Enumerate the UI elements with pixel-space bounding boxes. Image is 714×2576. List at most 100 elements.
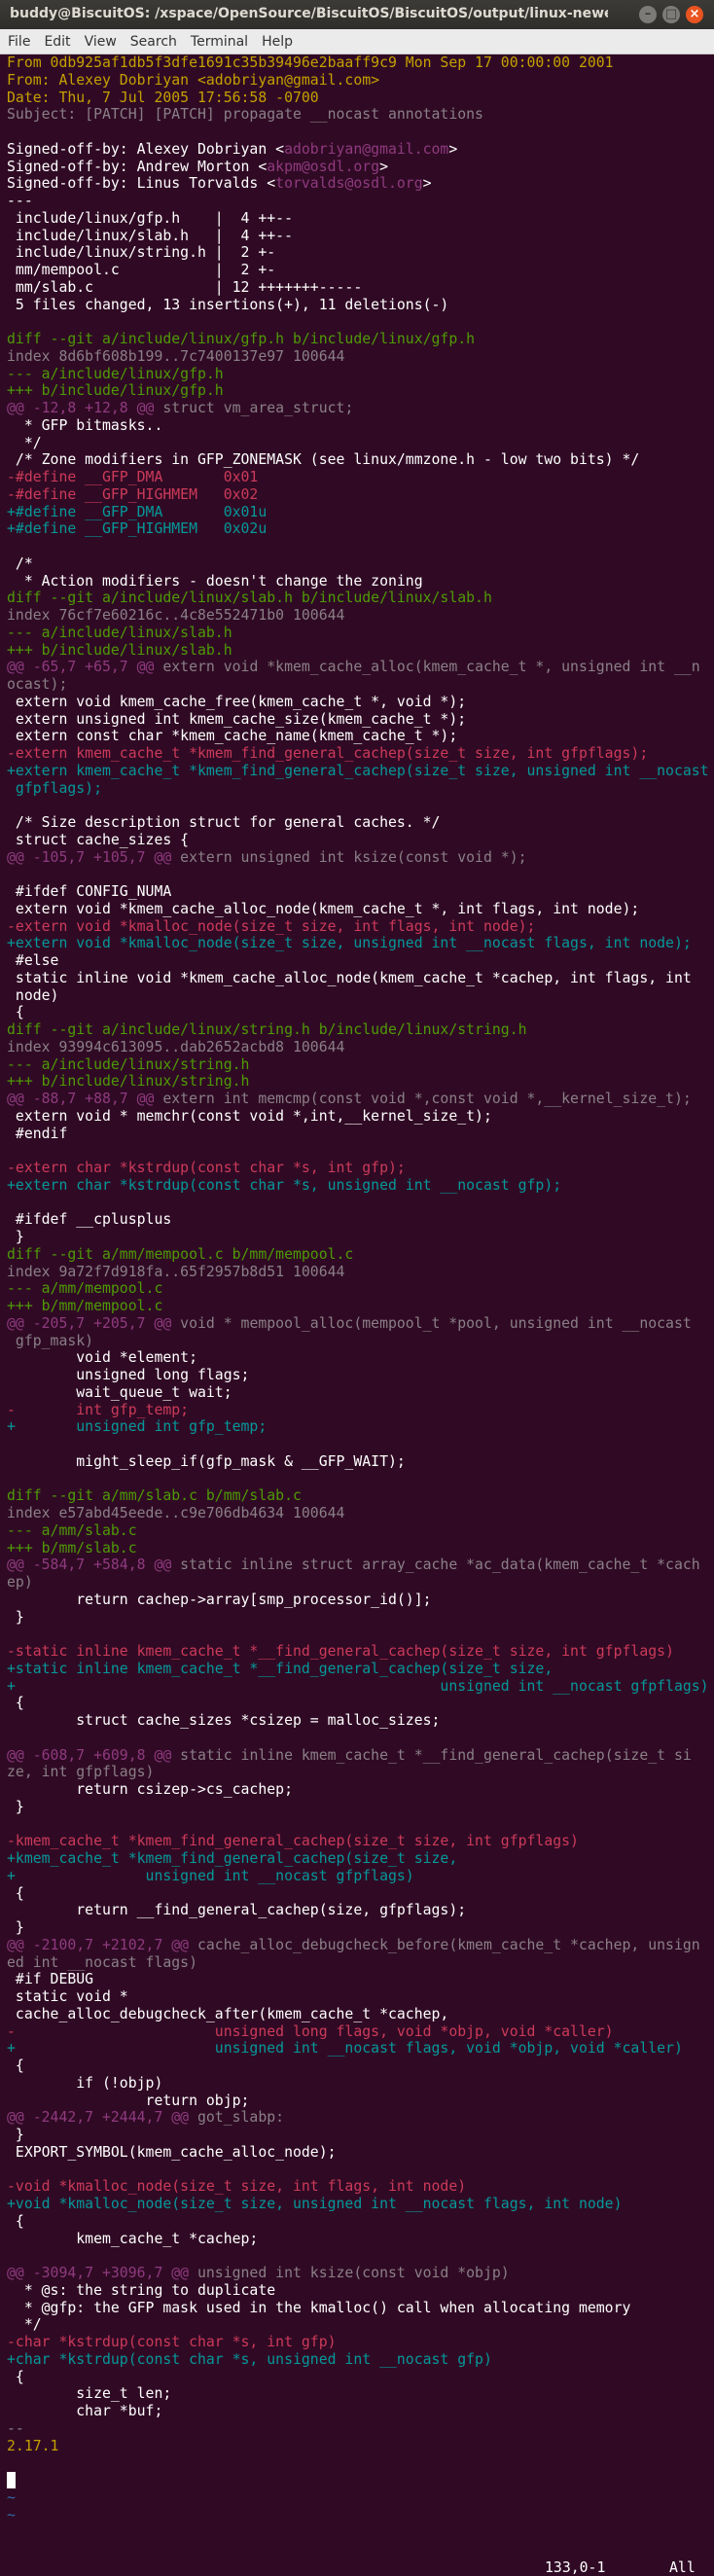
terminal-line: From: Alexey Dobriyan <adobriyan@gmail.c… xyxy=(7,72,712,89)
line-segment: char *buf; xyxy=(7,2403,163,2419)
terminal-line: index e57abd45eede..c9e706db4634 100644 xyxy=(7,1505,712,1522)
terminal-viewport[interactable]: From 0db925af1db5f3dfe1691c35b39496e2baa… xyxy=(0,54,714,2576)
terminal-line: -extern void *kmalloc_node(size_t size, … xyxy=(7,918,712,936)
maximize-button[interactable]: □ xyxy=(662,6,680,23)
terminal-line: unsigned long flags; xyxy=(7,1367,712,1384)
terminal-line: @@ -12,8 +12,8 @@ struct vm_area_struct; xyxy=(7,400,712,417)
line-segment: --- a/include/linux/string.h xyxy=(7,1055,250,1073)
terminal-line: include/linux/gfp.h | 4 ++-- xyxy=(7,210,712,228)
line-segment: +extern char *kstrdup(const char *s, uns… xyxy=(7,1176,562,1194)
line-segment: adobriyan@gmail.com xyxy=(284,140,449,158)
terminal-line: diff --git a/mm/slab.c b/mm/slab.c xyxy=(7,1487,712,1505)
terminal-line: /* xyxy=(7,555,712,573)
line-segment: +kmem_cache_t *kmem_find_general_cachep(… xyxy=(7,1850,458,1867)
line-segment: } xyxy=(7,1608,24,1626)
terminal-line: +++ b/include/linux/gfp.h xyxy=(7,382,712,400)
cursor-position: 133,0-1 xyxy=(545,2559,606,2576)
terminal-line: * GFP bitmasks.. xyxy=(7,417,712,435)
line-segment: cache_alloc_debugcheck_before(kmem_cache… xyxy=(189,1936,700,1953)
terminal-line: --- a/include/linux/string.h xyxy=(7,1056,712,1074)
terminal-line: -#define __GFP_DMA 0x01 xyxy=(7,469,712,486)
menu-terminal[interactable]: Terminal xyxy=(183,34,254,50)
minimize-button[interactable]: – xyxy=(639,6,657,23)
terminal-line: struct cache_sizes { xyxy=(7,832,712,849)
terminal-line: EXPORT_SYMBOL(kmem_cache_alloc_node); xyxy=(7,2144,712,2162)
terminal-line: ed int __nocast flags) xyxy=(7,1954,712,1972)
line-segment: static inline struct array_cache *ac_dat… xyxy=(171,1556,700,1574)
line-segment: extern unsigned int ksize(const void *); xyxy=(171,848,527,866)
line-segment: @@ -3094,7 +3096,7 @@ xyxy=(7,2265,190,2281)
line-segment: return __find_general_cachep(size, gfpfl… xyxy=(7,1902,467,1919)
menu-view[interactable]: View xyxy=(77,34,123,50)
terminal-line: */ xyxy=(7,2316,712,2334)
line-segment: + unsigned int __nocast gfpflags) xyxy=(7,1677,709,1695)
line-segment: @@ -608,7 +609,8 @@ xyxy=(7,1746,172,1764)
text-cursor xyxy=(7,2472,16,2488)
terminal-line: index 76cf7e60216c..4c8e552471b0 100644 xyxy=(7,607,712,625)
menu-search[interactable]: Search xyxy=(123,34,183,50)
terminal-line: ~ xyxy=(7,2472,712,2489)
close-button[interactable]: × xyxy=(686,6,703,23)
line-segment: #endif xyxy=(7,1125,68,1142)
terminal-line: --- a/include/linux/gfp.h xyxy=(7,366,712,383)
line-segment: > xyxy=(422,175,432,193)
line-segment: @@ -2100,7 +2102,7 @@ xyxy=(7,1936,190,1953)
line-segment: 2.17.1 xyxy=(7,2437,59,2454)
menu-file[interactable]: File xyxy=(0,34,36,50)
line-segment: */ xyxy=(7,434,42,451)
line-segment: extern void * memchr(const void *,int,__… xyxy=(7,1107,492,1125)
terminal-line: #else xyxy=(7,952,712,970)
terminal-line: Signed-off-by: Alexey Dobriyan <adobriya… xyxy=(7,141,712,159)
line-segment: { xyxy=(7,1695,24,1712)
line-segment: --- a/include/linux/gfp.h xyxy=(7,365,224,382)
terminal-line: index 93994c613095..dab2652acbd8 100644 xyxy=(7,1039,712,1056)
line-segment: index 93994c613095..dab2652acbd8 100644 xyxy=(7,1038,345,1055)
line-segment: unsigned long flags; xyxy=(7,1367,250,1383)
line-segment: ed int __nocast flags) xyxy=(7,1953,197,1971)
line-segment: extern void *kmem_cache_alloc(kmem_cache… xyxy=(154,659,700,676)
line-segment: extern void kmem_cache_free(kmem_cache_t… xyxy=(7,693,467,710)
line-segment: cache_alloc_debugcheck_after(kmem_cache_… xyxy=(7,2005,449,2022)
menu-help[interactable]: Help xyxy=(254,34,299,50)
line-segment: kmem_cache_t *cachep; xyxy=(7,2230,259,2247)
terminal-line: @@ -65,7 +65,7 @@ extern void *kmem_cach… xyxy=(7,659,712,676)
line-segment: #else xyxy=(7,952,59,969)
line-segment: @@ -88,7 +88,7 @@ xyxy=(7,1091,155,1107)
terminal-line: mm/slab.c | 12 +++++++----- xyxy=(7,279,712,297)
terminal-line: * @gfp: the GFP mask used in the kmalloc… xyxy=(7,2300,712,2317)
line-segment: ze, int gfpflags) xyxy=(7,1764,155,1781)
line-segment: diff --git a/include/linux/gfp.h b/inclu… xyxy=(7,331,476,347)
terminal-line: -extern char *kstrdup(const char *s, int… xyxy=(7,1160,712,1177)
menu-edit[interactable]: Edit xyxy=(36,34,76,50)
line-segment: node) xyxy=(7,986,59,1004)
line-segment: extern int memcmp(const void *,const voi… xyxy=(154,1091,692,1107)
terminal-line: wait_queue_t wait; xyxy=(7,1384,712,1402)
line-segment: include/linux/slab.h | 4 ++-- xyxy=(7,227,293,244)
line-segment: -char *kstrdup(const char *s, int gfp) xyxy=(7,2334,337,2350)
line-segment: return csizep->cs_cachep; xyxy=(7,1781,293,1798)
terminal-line: +char *kstrdup(const char *s, unsigned i… xyxy=(7,2351,712,2369)
line-segment: Signed-off-by: Andrew Morton < xyxy=(7,158,268,175)
terminal-line: -void *kmalloc_node(size_t size, int fla… xyxy=(7,2178,712,2196)
terminal-line: static inline void *kmem_cache_alloc_nod… xyxy=(7,970,712,987)
line-segment: } xyxy=(7,1229,24,1245)
menu-bar: File Edit View Search Terminal Help xyxy=(0,29,714,54)
terminal-line: --- a/include/linux/slab.h xyxy=(7,625,712,642)
line-segment: -extern kmem_cache_t *kmem_find_general_… xyxy=(7,745,649,762)
line-segment: return cachep->array[smp_processor_id()]… xyxy=(7,1591,432,1608)
line-segment: include/linux/string.h | 2 +- xyxy=(7,244,276,262)
terminal-line: -#define __GFP_HIGHMEM 0x02 xyxy=(7,486,712,504)
line-segment: got_slabp: xyxy=(189,2109,285,2127)
line-segment: unsigned int ksize(const void *objp) xyxy=(189,2265,510,2281)
line-segment: + unsigned int gfp_temp; xyxy=(7,1418,268,1436)
line-segment: 5 files changed, 13 insertions(+), 11 de… xyxy=(7,296,449,313)
line-segment: > xyxy=(379,158,388,175)
terminal-line: + unsigned int __nocast gfpflags) xyxy=(7,1678,712,1696)
terminal-line: +#define __GFP_HIGHMEM 0x02u xyxy=(7,520,712,538)
line-segment: /* Size description struct for general c… xyxy=(7,814,441,831)
line-segment: extern unsigned int kmem_cache_size(kmem… xyxy=(7,710,467,728)
terminal-line: ~ xyxy=(7,2507,712,2524)
line-segment: mm/mempool.c | 2 +- xyxy=(7,262,276,278)
